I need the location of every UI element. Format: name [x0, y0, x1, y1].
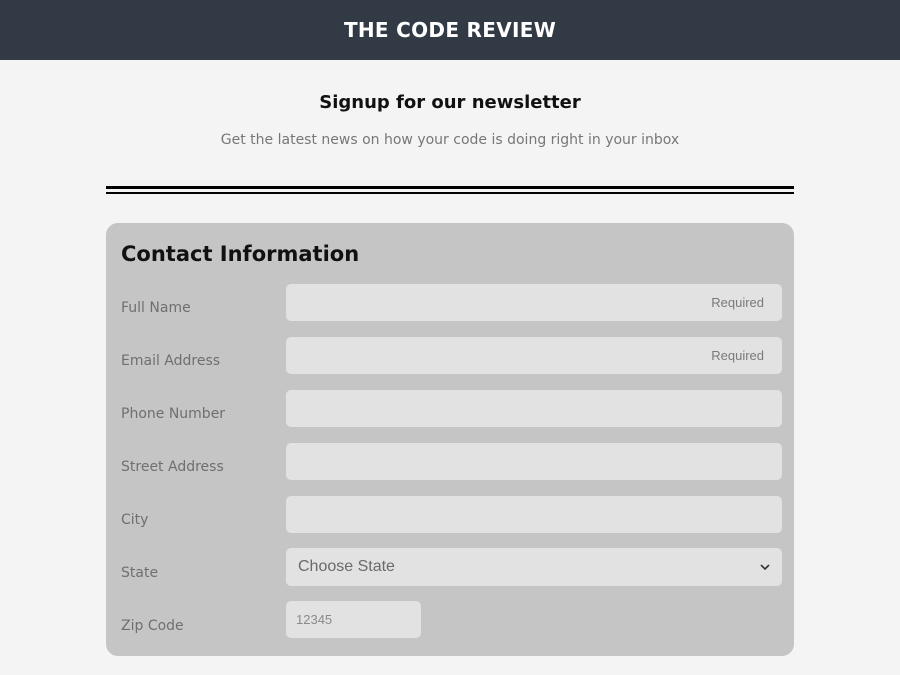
- zip-label: Zip Code: [121, 618, 184, 634]
- full-name-label: Full Name: [121, 300, 191, 316]
- street-label: Street Address: [121, 459, 224, 475]
- divider-thick: [106, 186, 794, 189]
- state-select-value: Choose State: [298, 558, 395, 575]
- zip-input[interactable]: [286, 601, 421, 638]
- state-select[interactable]: Choose State: [286, 548, 782, 586]
- divider-thin: [106, 192, 794, 194]
- contact-form-card: Contact Information Full Name Email Addr…: [106, 223, 794, 656]
- newsletter-subheading: Get the latest news on how your code is …: [220, 132, 680, 148]
- email-label: Email Address: [121, 353, 221, 369]
- full-name-input[interactable]: [286, 284, 782, 321]
- site-header: THE CODE REVIEW: [0, 0, 900, 60]
- chevron-down-icon: [760, 560, 770, 574]
- city-input[interactable]: [286, 496, 782, 533]
- phone-input[interactable]: [286, 390, 782, 427]
- form-title: Contact Information: [121, 242, 360, 266]
- phone-label: Phone Number: [121, 406, 226, 422]
- newsletter-heading: Signup for our newsletter: [319, 92, 581, 113]
- street-input[interactable]: [286, 443, 782, 480]
- email-input[interactable]: [286, 337, 782, 374]
- site-title: THE CODE REVIEW: [343, 18, 557, 42]
- state-label: State: [121, 565, 159, 581]
- city-label: City: [121, 512, 149, 528]
